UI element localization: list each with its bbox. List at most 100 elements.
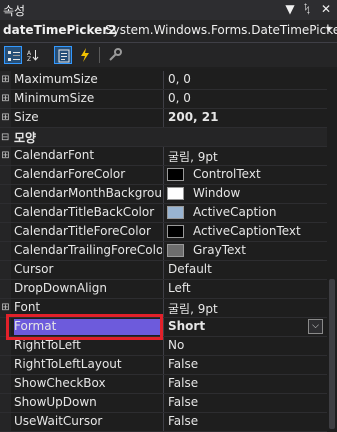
vertical-scrollbar[interactable]	[327, 69, 337, 431]
color-swatch	[167, 225, 184, 238]
expand-icon[interactable]: ⊞	[1, 75, 10, 85]
property-name: MaximumSize	[14, 72, 98, 86]
pin-icon[interactable]: ᛪ	[299, 1, 315, 18]
properties-icon[interactable]	[54, 46, 72, 64]
property-value[interactable]: 200, 21	[168, 110, 218, 126]
property-row-calendartitleforecolor[interactable]: CalendarTitleForeColor ActiveCaptionText	[0, 223, 327, 242]
row-gutter	[0, 185, 11, 203]
column-divider	[163, 109, 164, 127]
column-divider	[163, 318, 164, 336]
property-row-calendartitlebackcolor[interactable]: CalendarTitleBackColor ActiveCaption	[0, 204, 327, 223]
close-icon[interactable]: ✕	[318, 1, 334, 18]
title-bar: 속성 ▼ ᛪ ✕	[0, 0, 337, 20]
alphabetical-icon[interactable]: AZ	[24, 46, 42, 64]
chevron-down-icon[interactable]: ⌵	[308, 319, 323, 334]
column-divider	[163, 280, 164, 298]
property-pages-icon[interactable]	[106, 46, 124, 64]
column-divider	[163, 223, 164, 241]
column-divider	[163, 185, 164, 203]
property-value[interactable]: Short	[168, 319, 205, 335]
category-label: 모양	[14, 131, 37, 145]
property-row-cursor[interactable]: Cursor Default	[0, 261, 327, 280]
column-divider	[163, 356, 164, 374]
expand-icon[interactable]: ⊞	[1, 303, 10, 313]
column-divider	[163, 71, 164, 89]
row-gutter	[0, 166, 11, 184]
property-name: Cursor	[14, 262, 54, 276]
property-name: ShowUpDown	[14, 395, 97, 409]
property-name: CalendarTitleBackColor	[14, 205, 155, 219]
property-value[interactable]: False	[168, 414, 198, 430]
property-value[interactable]: Window	[193, 186, 240, 200]
property-value[interactable]: No	[168, 338, 184, 354]
property-row-showcheckbox[interactable]: ShowCheckBox False	[0, 375, 327, 394]
property-value[interactable]: ControlText	[193, 167, 261, 181]
row-gutter	[0, 394, 11, 412]
property-value[interactable]: 0, 0	[168, 91, 191, 107]
row-gutter	[0, 204, 11, 222]
chevron-down-icon[interactable]: ▾	[326, 24, 331, 35]
property-value[interactable]: 굴림, 9pt	[168, 300, 218, 316]
column-divider	[163, 147, 164, 165]
property-name: CalendarMonthBackground	[14, 186, 162, 200]
property-row-calendarforecolor[interactable]: CalendarForeColor ControlText	[0, 166, 327, 185]
collapse-icon[interactable]: ⊟	[1, 132, 9, 143]
property-name: CalendarForeColor	[14, 167, 126, 181]
column-divider	[163, 337, 164, 355]
property-row-minimumsize[interactable]: ⊞ MinimumSize 0, 0	[0, 90, 327, 109]
property-value[interactable]: False	[168, 395, 198, 411]
property-value[interactable]: Default	[168, 262, 212, 278]
property-row-calendarmonthbackground[interactable]: CalendarMonthBackground Window	[0, 185, 327, 204]
row-gutter	[0, 413, 11, 431]
column-divider	[163, 413, 164, 431]
property-value[interactable]: False	[168, 357, 198, 373]
property-row-dropdownalign[interactable]: DropDownAlign Left	[0, 280, 327, 299]
property-value[interactable]: 0, 0	[168, 72, 191, 88]
object-name: dateTimePicker2	[3, 23, 117, 37]
property-value[interactable]: False	[168, 376, 198, 392]
property-row-maximumsize[interactable]: ⊞ MaximumSize 0, 0	[0, 71, 327, 90]
property-name: Size	[14, 110, 39, 124]
row-gutter	[0, 375, 11, 393]
column-divider	[163, 261, 164, 279]
property-row-righttoleftlayout[interactable]: RightToLeftLayout False	[0, 356, 327, 375]
window-menu-dropdown[interactable]: ▼	[282, 1, 298, 18]
events-icon[interactable]	[76, 46, 94, 64]
expand-icon[interactable]: ⊞	[1, 94, 10, 104]
property-grid: ⊞ MaximumSize 0, 0 ⊞ MinimumSize 0, 0 ⊞ Size 200…	[0, 69, 327, 432]
property-value[interactable]: Left	[168, 281, 191, 297]
property-name: CalendarTitleForeColor	[14, 224, 151, 238]
property-name: RightToLeftLayout	[14, 357, 122, 371]
svg-text:Z: Z	[27, 56, 31, 62]
scrollbar-thumb[interactable]	[329, 279, 335, 429]
row-gutter	[0, 223, 11, 241]
property-value[interactable]: GrayText	[193, 243, 246, 257]
property-name: CalendarTrailingForeColor	[14, 243, 162, 257]
row-gutter	[0, 280, 11, 298]
property-toolbar: AZ	[0, 43, 337, 67]
column-divider	[163, 394, 164, 412]
property-row-showupdown[interactable]: ShowUpDown False	[0, 394, 327, 413]
property-row-calendarfont[interactable]: ⊞ CalendarFont 굴림, 9pt	[0, 147, 327, 166]
column-divider	[163, 242, 164, 260]
color-swatch	[167, 168, 184, 181]
expand-icon[interactable]: ⊞	[1, 113, 10, 123]
property-value[interactable]: 굴림, 9pt	[168, 148, 218, 164]
object-selector[interactable]: dateTimePicker2 System.Windows.Forms.Dat…	[0, 20, 337, 43]
color-swatch	[167, 206, 184, 219]
property-row-usewaitcursor[interactable]: UseWaitCursor False	[0, 413, 327, 432]
column-divider	[163, 299, 164, 317]
row-gutter	[0, 356, 11, 374]
categorized-icon[interactable]	[4, 46, 22, 64]
property-value[interactable]: ActiveCaptionText	[193, 224, 301, 238]
row-gutter	[0, 261, 11, 279]
object-type: System.Windows.Forms.DateTimePicker	[105, 23, 337, 37]
property-name: RightToLeft	[14, 338, 81, 352]
property-value[interactable]: ActiveCaption	[193, 205, 276, 219]
property-row-calendartrailingforecolor[interactable]: CalendarTrailingForeColor GrayText	[0, 242, 327, 261]
color-swatch	[167, 187, 184, 200]
expand-icon[interactable]: ⊞	[1, 151, 10, 161]
property-name: MinimumSize	[14, 91, 95, 105]
property-row-size[interactable]: ⊞ Size 200, 21	[0, 109, 327, 128]
category-row[interactable]: ⊟ 모양	[0, 128, 327, 147]
